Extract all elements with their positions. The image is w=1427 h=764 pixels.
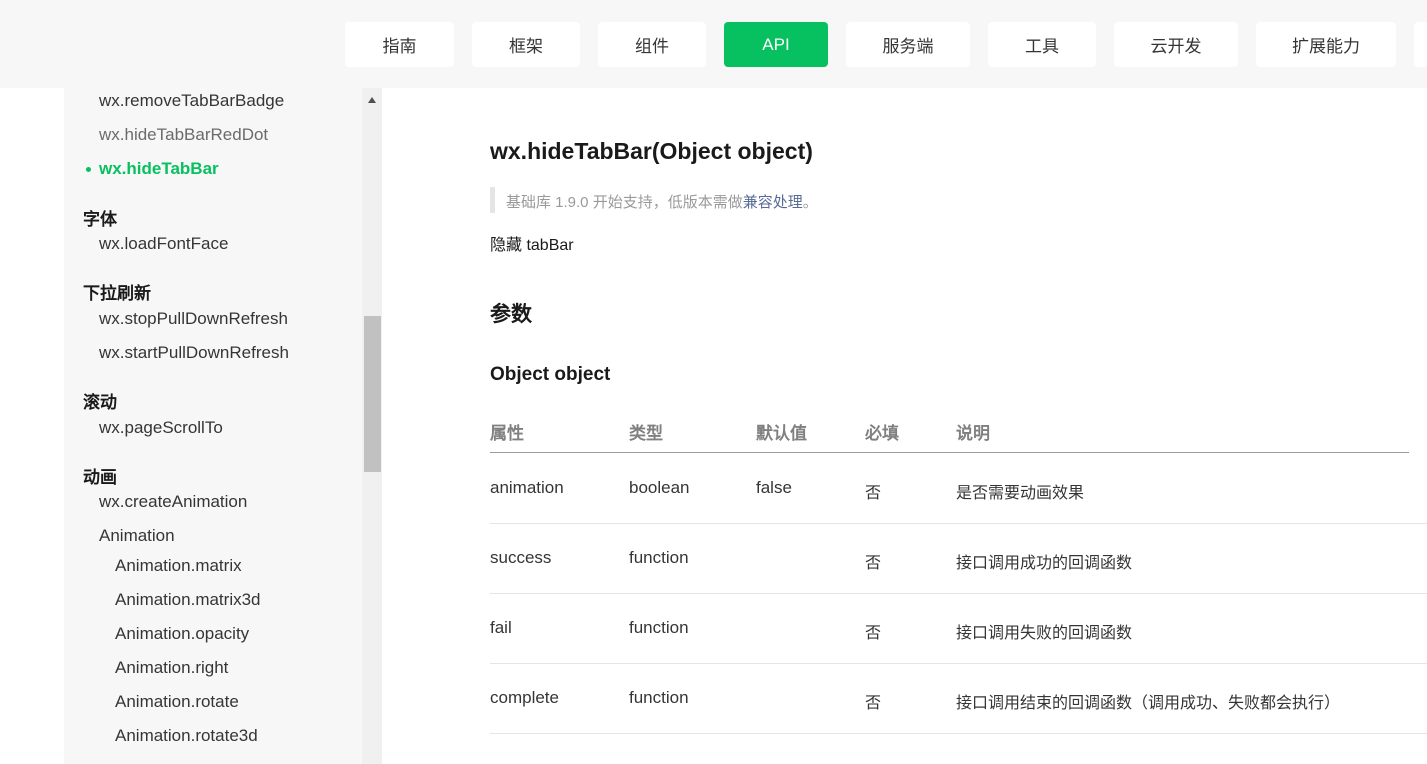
table-cell-description: 接口调用失败的回调函数 (956, 625, 1133, 642)
sidebar-item-animation-matrix[interactable]: Animation.matrix (115, 556, 242, 576)
table-cell-required: 否 (865, 695, 882, 712)
nav-tab-guide[interactable]: 指南 (345, 22, 454, 67)
nav-tab-overflow[interactable] (1414, 22, 1427, 67)
quote-bar (490, 187, 495, 213)
support-note-prefix: 基础库 1.9.0 开始支持，低版本需做 (506, 194, 743, 211)
table-cell-property: animation (490, 478, 564, 497)
table-cell-required: 否 (865, 555, 882, 572)
active-dot-icon (86, 167, 91, 172)
table-cell-type: function (629, 618, 689, 637)
sidebar-item-animation[interactable]: Animation (99, 526, 175, 546)
table-cell-description: 是否需要动画效果 (956, 485, 1085, 502)
nav-tab-components[interactable]: 组件 (598, 22, 706, 67)
support-note-suffix: 。 (802, 194, 818, 211)
table-row-divider (490, 663, 1427, 664)
scroll-up-arrow-icon[interactable] (368, 97, 376, 103)
compat-link[interactable]: 兼容处理 (743, 194, 803, 211)
nav-tab-tools[interactable]: 工具 (988, 22, 1096, 67)
sidebar-category-font: 字体 (83, 210, 117, 229)
table-cell-type: boolean (629, 478, 690, 497)
params-heading: 参数 (490, 303, 532, 326)
table-cell-required: 否 (865, 625, 882, 642)
sidebar-category-animation: 动画 (83, 468, 117, 487)
table-header-type: 类型 (629, 424, 663, 443)
sidebar-category-pulldown: 下拉刷新 (83, 284, 151, 303)
sidebar-item-hidetabbar[interactable]: wx.hideTabBar (99, 159, 219, 179)
sidebar-item-animation-opacity[interactable]: Animation.opacity (115, 624, 249, 644)
table-header-property: 属性 (490, 424, 524, 443)
sidebar-item-stoppulldownrefresh[interactable]: wx.stopPullDownRefresh (99, 309, 288, 329)
sidebar-item-pagescrollto[interactable]: wx.pageScrollTo (99, 418, 223, 438)
nav-tab-cloud[interactable]: 云开发 (1114, 22, 1238, 67)
page-title: wx.hideTabBar(Object object) (490, 138, 813, 164)
sidebar-item-createanimation[interactable]: wx.createAnimation (99, 492, 247, 512)
table-cell-type: function (629, 548, 689, 567)
sidebar-category-scroll: 滚动 (83, 393, 117, 412)
sidebar-item-hidetabbarreddot[interactable]: wx.hideTabBarRedDot (99, 125, 268, 145)
table-cell-property: success (490, 548, 552, 567)
table-cell-property: complete (490, 688, 559, 707)
table-cell-description: 接口调用结束的回调函数（调用成功、失败都会执行） (956, 695, 1341, 712)
table-header-default: 默认值 (756, 424, 807, 443)
table-cell-description: 接口调用成功的回调函数 (956, 555, 1133, 572)
table-row-divider (490, 733, 1427, 734)
scrollbar-thumb[interactable] (364, 316, 381, 472)
sidebar-item-removetabbarbadge[interactable]: wx.removeTabBarBadge (99, 91, 284, 111)
table-cell-default: false (756, 478, 792, 497)
table-header-divider (490, 452, 1409, 453)
sidebar-item-animation-rotate[interactable]: Animation.rotate (115, 692, 239, 712)
nav-tab-api[interactable]: API (724, 22, 828, 67)
sidebar-item-animation-matrix3d[interactable]: Animation.matrix3d (115, 590, 261, 610)
top-nav: 指南 框架 组件 API 服务端 工具 云开发 扩展能力 (0, 0, 1427, 88)
support-note: 基础库 1.9.0 开始支持，低版本需做兼容处理。 (506, 191, 818, 212)
table-row-divider (490, 523, 1427, 524)
table-cell-property: fail (490, 618, 512, 637)
sidebar-item-startpulldownrefresh[interactable]: wx.startPullDownRefresh (99, 343, 289, 363)
table-row-divider (490, 593, 1427, 594)
sidebar: wx.removeTabBarBadge wx.hideTabBarRedDot… (64, 88, 362, 764)
nav-tab-server[interactable]: 服务端 (846, 22, 970, 67)
table-cell-required: 否 (865, 485, 882, 502)
table-cell-type: function (629, 688, 689, 707)
api-description: 隐藏 tabBar (490, 237, 574, 254)
sidebar-item-animation-rotate3d[interactable]: Animation.rotate3d (115, 726, 258, 746)
sidebar-item-animation-right[interactable]: Animation.right (115, 658, 228, 678)
sidebar-item-loadfontface[interactable]: wx.loadFontFace (99, 234, 228, 254)
sidebar-gutter (0, 88, 64, 764)
table-header-description: 说明 (956, 424, 990, 443)
object-heading: Object object (490, 364, 611, 385)
table-header-required: 必填 (865, 424, 899, 443)
nav-tab-framework[interactable]: 框架 (472, 22, 580, 67)
nav-tab-extensions[interactable]: 扩展能力 (1256, 22, 1396, 67)
